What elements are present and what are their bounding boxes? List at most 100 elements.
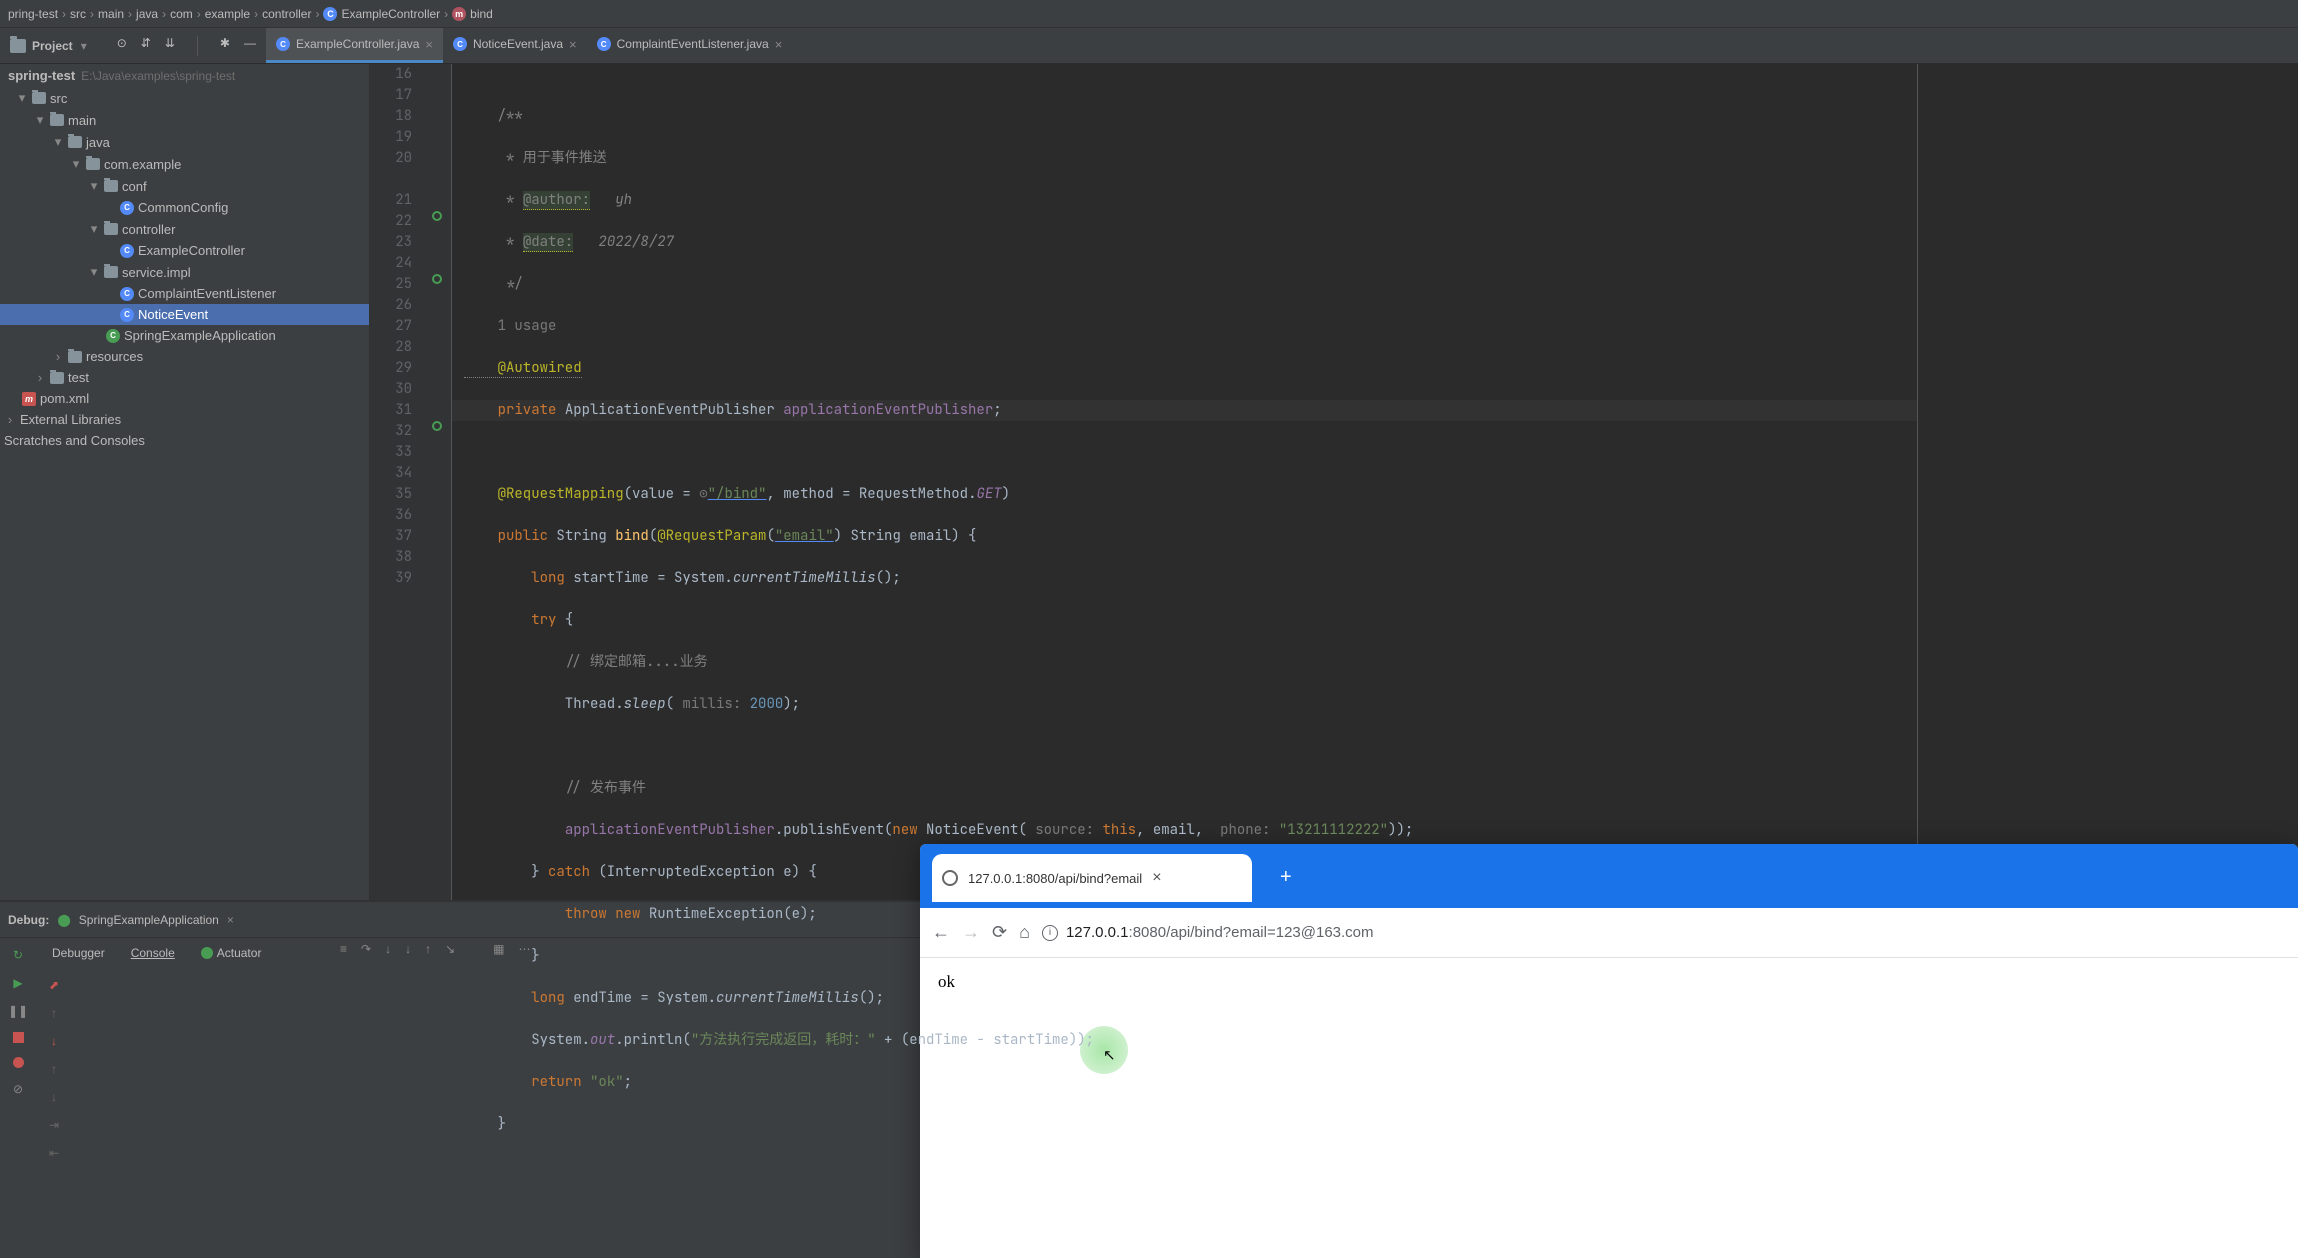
run-to-cursor-icon[interactable]: ↘ [445, 942, 455, 956]
layout-icon[interactable]: ⇥ [49, 1118, 59, 1132]
separator [197, 36, 198, 56]
java-icon: C [453, 37, 467, 51]
tree-external-libs[interactable]: ›External Libraries [0, 409, 369, 430]
breakpoint-icon[interactable] [13, 1057, 24, 1068]
java-icon: C [276, 37, 290, 51]
folder-icon [104, 180, 118, 192]
class-icon: C [120, 287, 134, 301]
arrow-icon[interactable]: ↓ [51, 1090, 57, 1104]
home-button[interactable]: ⌂ [1019, 922, 1030, 943]
class-icon: C [106, 329, 120, 343]
tree-scratches[interactable]: Scratches and Consoles [0, 430, 369, 451]
tree-java[interactable]: ▾java [0, 131, 369, 153]
crumb[interactable]: java [136, 7, 158, 21]
tab-example-controller[interactable]: C ExampleController.java × [266, 28, 443, 63]
forward-button[interactable]: → [962, 922, 980, 943]
close-icon[interactable]: × [775, 37, 783, 52]
mute-icon[interactable]: ⊘ [13, 1082, 23, 1096]
project-root[interactable]: spring-test [8, 68, 75, 83]
crumb[interactable]: example [205, 7, 250, 21]
code-area[interactable]: /** * 用于事件推送 * @author: yh * @date: 2022… [452, 64, 1917, 1258]
gear-icon[interactable]: ✱ [220, 36, 230, 56]
close-icon[interactable]: × [569, 37, 577, 52]
back-button[interactable]: ← [932, 922, 950, 943]
arrow-icon[interactable]: ↑ [51, 1062, 57, 1076]
close-icon[interactable]: × [425, 37, 433, 52]
tab-actuator[interactable]: Actuator [189, 942, 274, 964]
tab-label: ExampleController.java [296, 37, 419, 51]
crumb[interactable]: com [170, 7, 193, 21]
url-path: /api/bind?email=123@163.com [1166, 924, 1373, 941]
run-config-name[interactable]: SpringExampleApplication [79, 913, 219, 927]
class-icon: C [120, 201, 134, 215]
close-icon[interactable]: × [227, 913, 234, 927]
pause-icon[interactable]: ❚❚ [8, 1004, 28, 1018]
crumb[interactable]: ExampleController [341, 7, 440, 21]
resume-icon[interactable]: ▶ [13, 976, 22, 990]
step-out-icon[interactable]: ↑ [425, 942, 431, 956]
folder-icon [104, 266, 118, 278]
debug-label: Debug: [8, 913, 49, 927]
crumb[interactable]: main [98, 7, 124, 21]
tab-console[interactable]: Console [119, 942, 187, 964]
tree-example-controller[interactable]: C ExampleController [0, 240, 369, 261]
crumb[interactable]: pring-test [8, 7, 58, 21]
tree-src[interactable]: ▾src [0, 87, 369, 109]
crumb[interactable]: src [70, 7, 86, 21]
tree-label: resources [86, 349, 143, 364]
implements-icon[interactable] [432, 274, 442, 284]
tree-controller[interactable]: ▾controller [0, 218, 369, 240]
rerun-icon[interactable]: ↻ [13, 948, 23, 962]
crumb[interactable]: controller [262, 7, 311, 21]
project-view-button[interactable]: Project ▾ [0, 28, 97, 63]
tree-label: ExampleController [138, 243, 245, 258]
step-into-icon[interactable]: ↷ [361, 942, 371, 956]
hide-icon[interactable]: — [244, 36, 256, 56]
class-icon: C [120, 244, 134, 258]
reload-button[interactable]: ⟳ [992, 922, 1007, 943]
stop-icon[interactable] [13, 1032, 24, 1043]
tab-debugger[interactable]: Debugger [40, 942, 117, 964]
tree-pom[interactable]: mpom.xml [0, 388, 369, 409]
tab-label: Actuator [217, 946, 262, 960]
step-icon[interactable]: ↓ [405, 942, 411, 956]
tab-label: NoticeEvent.java [473, 37, 563, 51]
site-info-icon[interactable]: i [1042, 925, 1058, 941]
step-over-icon[interactable]: ≡ [340, 942, 347, 956]
main-toolbar: Project ▾ ⊙ ⇵ ⇊ ✱ — C ExampleController.… [0, 28, 2298, 64]
project-path: E:\Java\examples\spring-test [81, 69, 235, 83]
implements-icon[interactable] [432, 421, 442, 431]
implements-icon[interactable] [432, 211, 442, 221]
method-icon: m [452, 7, 466, 21]
arrow-icon[interactable]: ↑ [51, 1006, 57, 1020]
chevron-down-icon: ▾ [81, 39, 87, 53]
tree-complaint-listener[interactable]: CComplaintEventListener [0, 283, 369, 304]
folder-icon [68, 351, 82, 363]
tree-notice-event[interactable]: CNoticeEvent [0, 304, 369, 325]
tree-conf[interactable]: ▾conf [0, 175, 369, 197]
tree-service-impl[interactable]: ▾service.impl [0, 261, 369, 283]
tree-resources[interactable]: ›resources [0, 346, 369, 367]
tab-complaint-listener[interactable]: C ComplaintEventListener.java × [587, 28, 793, 63]
collapse-all-icon[interactable]: ⇊ [165, 36, 175, 56]
tree-spring-app[interactable]: CSpringExampleApplication [0, 325, 369, 346]
tree-package[interactable]: ▾com.example [0, 153, 369, 175]
url-host: 127.0.0.1 [1066, 924, 1129, 941]
expand-all-icon[interactable]: ⇵ [141, 36, 151, 56]
select-open-file-icon[interactable]: ⊙ [117, 36, 127, 56]
step-icon[interactable]: ↓ [385, 942, 391, 956]
tree-label: External Libraries [20, 412, 121, 427]
folder-icon [10, 39, 26, 53]
crumb[interactable]: bind [470, 7, 493, 21]
tree-common-config[interactable]: CCommonConfig [0, 197, 369, 218]
folder-icon [86, 158, 100, 170]
layout-icon[interactable]: ⇤ [49, 1146, 59, 1160]
tree-test[interactable]: ›test [0, 367, 369, 388]
arrow-icon[interactable]: ↓ [51, 1034, 57, 1048]
tab-notice-event[interactable]: C NoticeEvent.java × [443, 28, 587, 63]
arrow-icon[interactable]: ⬈ [49, 978, 59, 992]
tree-label: com.example [104, 157, 181, 172]
address-bar[interactable]: i 127.0.0.1:8080/api/bind?email=123@163.… [1042, 924, 1374, 941]
tree-main[interactable]: ▾main [0, 109, 369, 131]
url-port: :8080 [1129, 924, 1167, 941]
